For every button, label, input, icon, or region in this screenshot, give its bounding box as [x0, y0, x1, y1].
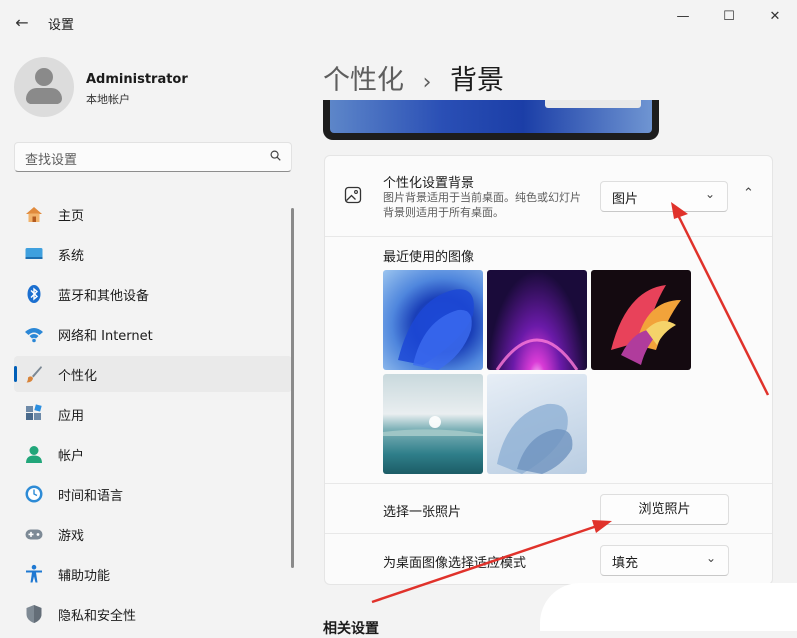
annotation-arrow	[371, 523, 601, 604]
annotation-arrowhead	[671, 202, 688, 219]
annotation-arrow	[675, 212, 770, 396]
annotation-arrowhead	[592, 520, 612, 533]
annotation-arrows	[371, 202, 770, 604]
